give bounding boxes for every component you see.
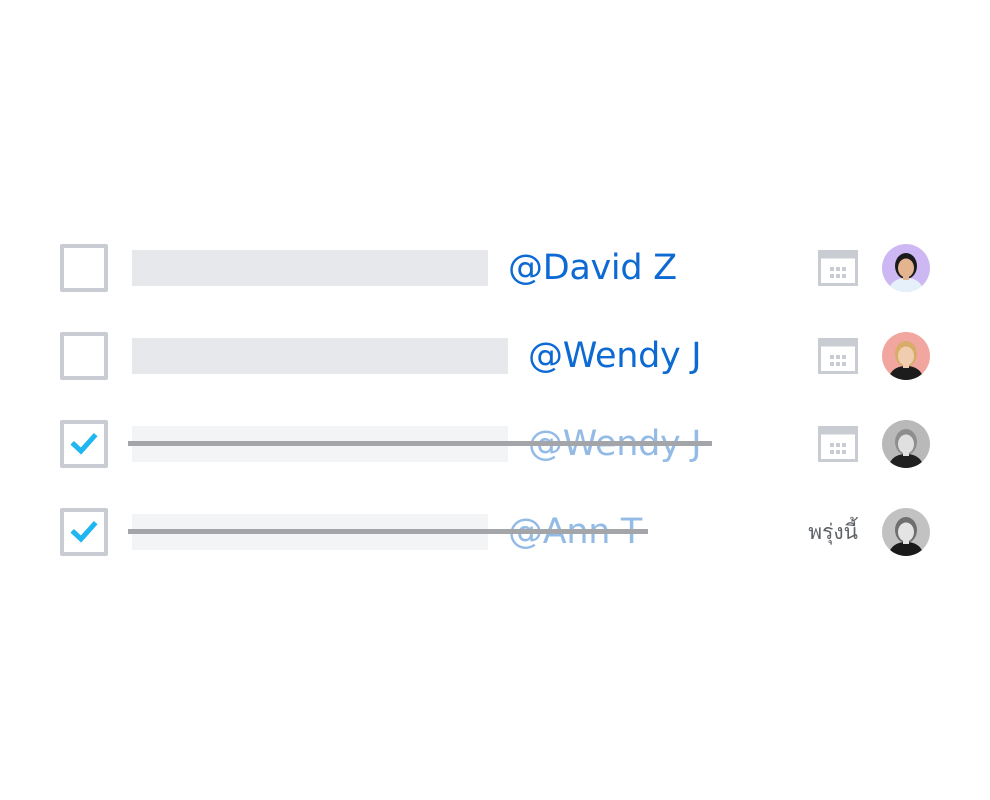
avatar[interactable] xyxy=(882,420,930,468)
assignee-mention[interactable]: @David Z xyxy=(508,246,698,290)
strikethrough-line xyxy=(128,529,648,534)
task-text-placeholder xyxy=(132,250,488,286)
check-icon xyxy=(70,432,98,455)
calendar-icon[interactable] xyxy=(818,338,858,374)
task-checkbox[interactable] xyxy=(60,420,108,468)
task-text-placeholder xyxy=(132,338,508,374)
task-list: @David Z @Wendy J @Wendy J @Ann T พรุ่งน… xyxy=(0,0,990,800)
assignee-mention[interactable]: @Wendy J xyxy=(528,334,708,378)
avatar[interactable] xyxy=(882,244,930,292)
check-icon xyxy=(70,520,98,543)
task-checkbox[interactable] xyxy=(60,332,108,380)
task-checkbox[interactable] xyxy=(60,244,108,292)
task-row: @David Z xyxy=(0,244,990,292)
calendar-icon[interactable] xyxy=(818,426,858,462)
task-checkbox[interactable] xyxy=(60,508,108,556)
strikethrough-line xyxy=(128,441,712,446)
avatar[interactable] xyxy=(882,508,930,556)
due-date-label[interactable]: พรุ่งนี้ xyxy=(808,514,858,550)
calendar-icon[interactable] xyxy=(818,250,858,286)
task-row: @Ann T พรุ่งนี้ xyxy=(0,508,990,556)
avatar[interactable] xyxy=(882,332,930,380)
task-row: @Wendy J xyxy=(0,420,990,468)
task-row: @Wendy J xyxy=(0,332,990,380)
